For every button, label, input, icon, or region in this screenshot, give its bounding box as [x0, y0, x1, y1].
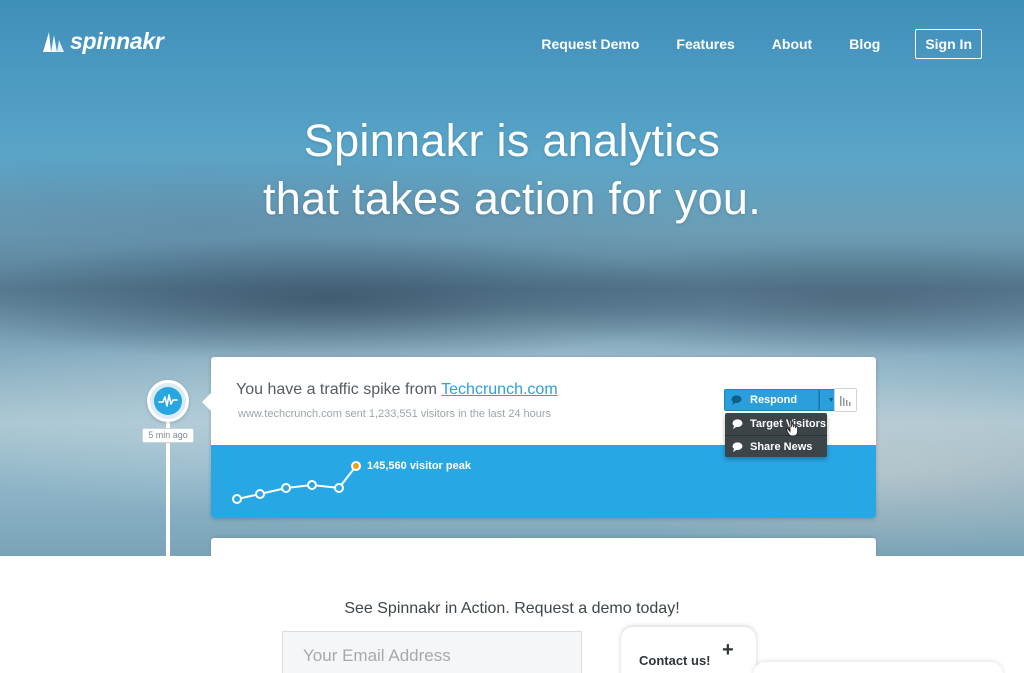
sail-logo-icon [43, 31, 64, 52]
nav-blog[interactable]: Blog [849, 36, 880, 52]
speech-bubble-icon [731, 395, 742, 405]
sparkline-peak-point [351, 461, 361, 471]
cta-text: See Spinnakr in Action. Request a demo t… [344, 600, 680, 617]
sparkline-point [307, 480, 317, 490]
bar-chart-icon [839, 395, 850, 406]
email-field[interactable] [282, 631, 582, 673]
plus-icon: + [722, 639, 734, 661]
source-link[interactable]: Techcrunch.com [441, 381, 558, 398]
contact-label: Contact us! [639, 653, 711, 668]
hero-section: spinnakr Request Demo Features About Blo… [0, 0, 1024, 556]
cta-section: See Spinnakr in Action. Request a demo t… [0, 556, 1024, 673]
peak-label: 145,560 visitor peak [367, 460, 471, 472]
nav-features[interactable]: Features [676, 36, 734, 52]
respond-dropdown: Target Visitors Share News [725, 413, 827, 457]
dropdown-target-visitors[interactable]: Target Visitors [725, 413, 827, 435]
logo-text: spinnakr [70, 28, 164, 54]
nav-about[interactable]: About [772, 36, 812, 52]
sparkline-point [232, 494, 242, 504]
sparkline-point [255, 489, 265, 499]
respond-split-button: Respond ▼ [724, 389, 844, 411]
speech-bubble-icon [732, 419, 743, 429]
hand-cursor-icon [786, 419, 799, 437]
sign-in-button[interactable]: Sign In [915, 29, 982, 59]
alert-subtitle: www.techcrunch.com sent 1,233,551 visito… [238, 408, 552, 420]
logo[interactable]: spinnakr [40, 28, 164, 55]
card-pointer [202, 393, 211, 411]
pulse-icon [154, 387, 182, 415]
traffic-alert-card: You have a traffic spike from Techcrunch… [202, 357, 876, 518]
contact-panel [753, 662, 1003, 673]
stats-button[interactable] [834, 388, 857, 412]
second-alert-card [211, 538, 876, 556]
alert-title-text: You have a traffic spike from [236, 381, 442, 398]
sparkline-point [334, 483, 344, 493]
contact-us-tab[interactable]: Contact us! + [621, 627, 756, 673]
dropdown-item-label: Share News [750, 440, 813, 453]
hero-headline: Spinnakr is analytics that takes action … [0, 112, 1024, 228]
sparkline-svg [232, 461, 361, 504]
respond-button[interactable]: Respond [724, 389, 820, 411]
time-ago-badge: 5 min ago [142, 428, 194, 443]
headline-line-2: that takes action for you. [262, 173, 762, 224]
timeline-line [166, 400, 170, 556]
speech-bubble-icon [732, 441, 743, 452]
alert-title: You have a traffic spike from Techcrunch… [236, 381, 558, 399]
headline-line-1: Spinnakr is analytics [303, 115, 721, 166]
sparkline-point [281, 483, 291, 493]
nav-request-demo[interactable]: Request Demo [541, 36, 639, 52]
activity-marker [147, 380, 189, 422]
top-nav: Request Demo Features About Blog Sign In [541, 29, 982, 59]
respond-label: Respond [750, 394, 798, 406]
dropdown-share-news[interactable]: Share News [725, 435, 827, 457]
